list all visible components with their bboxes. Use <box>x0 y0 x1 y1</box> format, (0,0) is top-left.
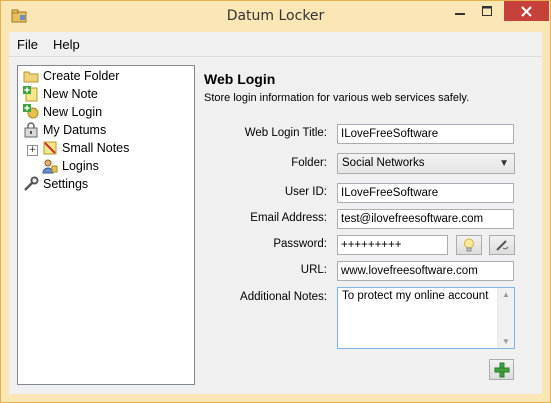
tree-item-label: Small Notes <box>62 141 130 155</box>
folder-label: Folder: <box>291 157 327 169</box>
notes-textarea[interactable]: To protect my online account ▲ ▼ <box>337 287 515 349</box>
url-input[interactable] <box>337 261 514 281</box>
maximize-icon <box>481 6 492 16</box>
navigation-tree: Create Folder New Note New Login My Datu… <box>17 65 195 385</box>
chevron-down-icon: ▼ <box>499 158 509 169</box>
menu-file[interactable]: File <box>17 37 38 52</box>
title-bar[interactable]: Datum Locker <box>1 1 550 31</box>
add-icon <box>494 362 509 377</box>
tree-item-label: New Note <box>43 87 98 101</box>
email-input[interactable] <box>337 209 514 229</box>
tree-item-label: Create Folder <box>43 69 120 83</box>
datums-icon <box>23 122 39 138</box>
settings-icon <box>23 176 39 192</box>
minimize-button[interactable] <box>446 1 473 21</box>
title-label: Web Login Title: <box>244 127 327 139</box>
main-panel: Create Folder New Note New Login My Datu… <box>9 57 542 394</box>
scroll-up-icon[interactable]: ▲ <box>498 290 514 299</box>
expand-toggle[interactable]: + <box>27 145 38 156</box>
form-subheading: Store login information for various web … <box>204 92 470 104</box>
userid-input[interactable] <box>337 183 514 203</box>
url-label: URL: <box>300 264 327 276</box>
tree-item-create-folder[interactable]: Create Folder <box>23 67 119 85</box>
notes-label: Additional Notes: <box>240 291 327 303</box>
tree-item-settings[interactable]: Settings <box>23 175 88 193</box>
password-input[interactable] <box>337 235 448 255</box>
tree-item-label: Logins <box>62 159 99 173</box>
close-button[interactable] <box>504 1 549 21</box>
folder-icon <box>23 68 39 84</box>
close-icon <box>521 5 532 17</box>
menu-bar: File Help <box>9 32 542 57</box>
notes-text: To protect my online account <box>342 290 489 302</box>
folder-select[interactable]: Social Networks ▼ <box>337 153 515 174</box>
tree-item-label: Settings <box>43 177 89 191</box>
logins-icon <box>42 158 58 174</box>
tree-item-new-note[interactable]: New Note <box>23 85 98 103</box>
tree-item-label: My Datums <box>43 123 107 137</box>
password-label: Password: <box>273 238 327 250</box>
new-note-icon <box>23 86 39 102</box>
scroll-down-icon[interactable]: ▼ <box>498 337 514 346</box>
title-input[interactable] <box>337 124 514 144</box>
tree-item-logins[interactable]: Logins <box>42 157 99 175</box>
email-label: Email Address: <box>250 212 327 224</box>
show-password-button[interactable] <box>456 235 482 255</box>
wand-icon <box>496 240 509 251</box>
menu-help[interactable]: Help <box>53 37 80 52</box>
notes-scrollbar[interactable]: ▲ ▼ <box>497 288 514 348</box>
note-icon <box>42 140 58 156</box>
generate-password-button[interactable] <box>489 235 515 255</box>
tree-item-small-notes[interactable]: Small Notes <box>42 139 129 157</box>
form-heading: Web Login <box>204 71 276 87</box>
lightbulb-icon <box>464 238 474 252</box>
app-window: Datum Locker File Help Create Folder New… <box>0 0 551 403</box>
add-login-button[interactable] <box>489 359 514 380</box>
tree-item-label: New Login <box>43 105 103 119</box>
folder-select-value: Social Networks <box>342 157 425 169</box>
userid-label: User ID: <box>284 186 327 198</box>
tree-item-my-datums[interactable]: My Datums <box>23 121 106 139</box>
new-login-icon <box>23 104 39 120</box>
tree-item-new-login[interactable]: New Login <box>23 103 102 121</box>
maximize-button[interactable] <box>473 1 500 21</box>
minimize-icon <box>454 13 465 15</box>
